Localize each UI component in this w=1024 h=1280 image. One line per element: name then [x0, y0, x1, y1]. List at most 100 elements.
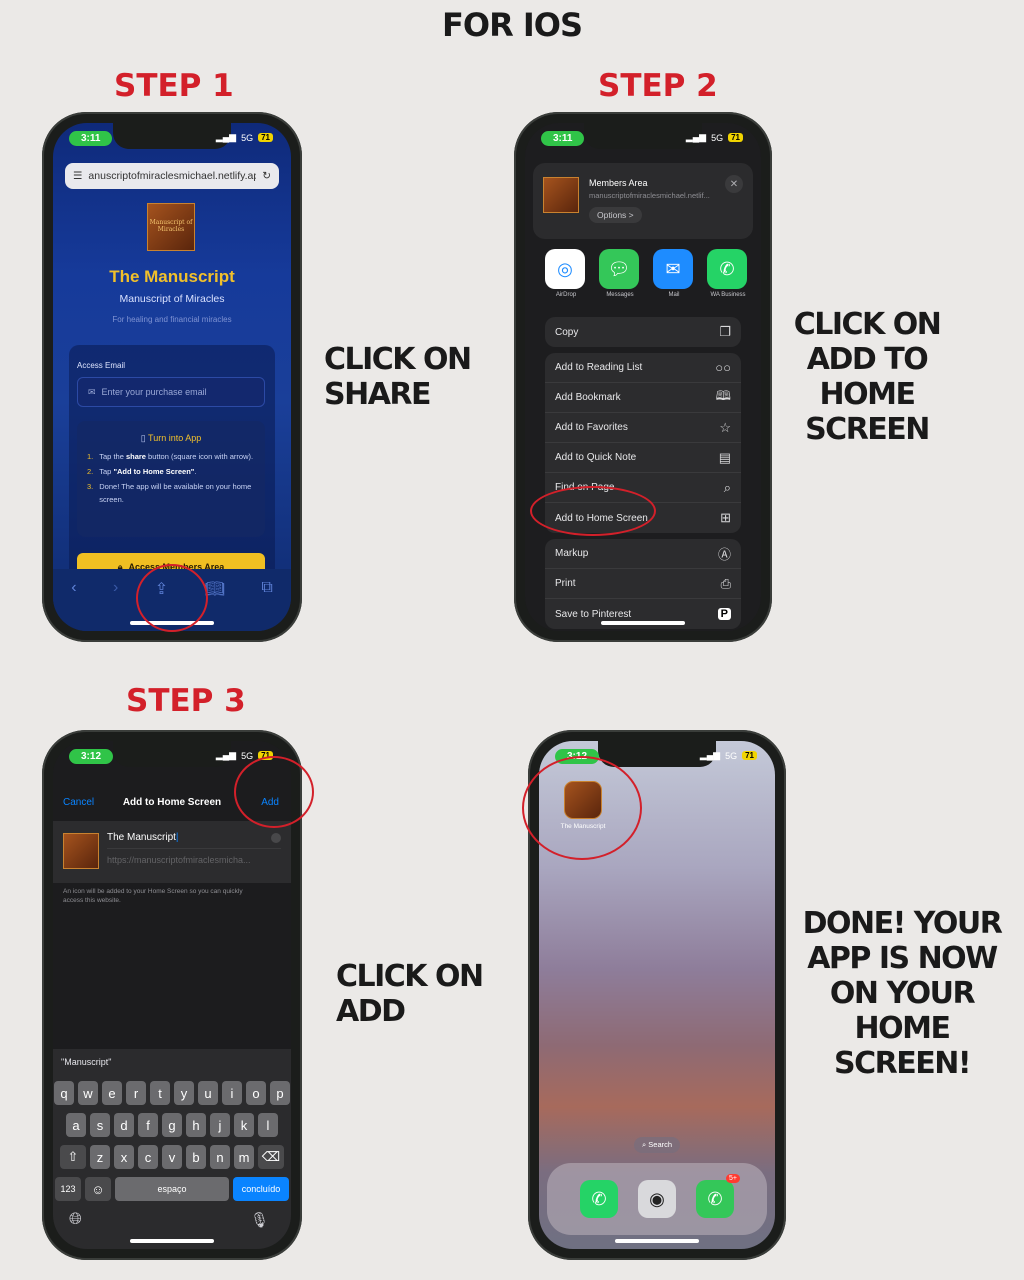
instruction-item: 2. Tap "Add to Home Screen".: [87, 465, 255, 478]
key[interactable]: p: [270, 1081, 290, 1105]
share-app-mail[interactable]: ✉ Mail: [653, 249, 695, 298]
shift-icon[interactable]: ⇧: [60, 1145, 86, 1169]
step-1-label: STEP 1: [114, 68, 234, 104]
step-3-instruction: CLICK ON ADD: [336, 959, 484, 1029]
key[interactable]: k: [234, 1113, 254, 1137]
microphone-icon[interactable]: 🎙︎: [250, 1211, 269, 1229]
share-app-messages[interactable]: 💬︎ Messages: [599, 249, 641, 298]
action-copy[interactable]: Copy ❐: [545, 317, 741, 347]
action-add-to-quick-note[interactable]: Add to Quick Note ▤: [545, 443, 741, 473]
options-button[interactable]: Options >: [589, 207, 642, 223]
key[interactable]: u: [198, 1081, 218, 1105]
key[interactable]: i: [222, 1081, 242, 1105]
action-label: Add to Quick Note: [555, 452, 637, 463]
key[interactable]: t: [150, 1081, 170, 1105]
keyboard: "Manuscript" qwertyuiop asdfghjkl ⇧ zxcv…: [53, 1049, 291, 1249]
mail-icon: ✉: [653, 249, 693, 289]
key[interactable]: b: [186, 1145, 206, 1169]
done-key[interactable]: concluído: [233, 1177, 289, 1201]
search-label: Search: [648, 1140, 673, 1149]
whatsapp-icon: ✆: [707, 249, 747, 289]
app-title: The Manuscript: [109, 267, 235, 286]
key[interactable]: l: [258, 1113, 278, 1137]
key[interactable]: e: [102, 1081, 122, 1105]
app-logo: Manuscript of Miracles: [147, 203, 195, 251]
app-label: Mail: [668, 292, 680, 298]
messages-icon: 💬︎: [599, 249, 639, 289]
key[interactable]: x: [114, 1145, 134, 1169]
key[interactable]: g: [162, 1113, 182, 1137]
turn-title-text: Turn into App: [148, 433, 202, 443]
reload-icon[interactable]: ↻: [262, 170, 271, 182]
signal-icon: ▂▄▆: [215, 132, 237, 142]
action-print[interactable]: Print ⎙: [545, 569, 741, 599]
status-bar-right: ▂▄▆ 5G 71: [686, 132, 743, 143]
tabs-icon[interactable]: ⧉: [261, 579, 272, 597]
mail-icon: ✉: [88, 386, 96, 397]
plus-square-icon: ⊞: [720, 510, 731, 525]
signal-icon: ▂▄▆: [215, 750, 237, 760]
network-label: 5G: [725, 750, 738, 761]
action-label: Print: [555, 578, 576, 589]
email-input[interactable]: ✉ Enter your purchase email: [77, 377, 265, 407]
space-key[interactable]: espaço: [115, 1177, 229, 1201]
key[interactable]: d: [114, 1113, 134, 1137]
key[interactable]: m: [234, 1145, 254, 1169]
key[interactable]: c: [138, 1145, 158, 1169]
status-time: 3:12: [69, 749, 114, 764]
key[interactable]: s: [90, 1113, 110, 1137]
camera-icon[interactable]: ◉: [638, 1180, 676, 1218]
safari-screen: 3:11 ▂▄▆ 5G 71 ☰ anuscriptofmiraclesmich…: [53, 123, 291, 631]
globe-icon[interactable]: 🌐︎: [69, 1211, 82, 1229]
app-label: AirDrop: [555, 292, 577, 298]
key[interactable]: z: [90, 1145, 110, 1169]
search-pill[interactable]: ⌕ Search: [633, 1137, 681, 1153]
phone-icon[interactable]: ✆ 5+: [696, 1174, 740, 1218]
url-bar[interactable]: ☰ anuscriptofmiraclesmichael.netlify.app…: [65, 163, 279, 189]
key[interactable]: r: [126, 1081, 146, 1105]
network-label: 5G: [241, 132, 254, 143]
backspace-icon[interactable]: ⌫: [258, 1145, 284, 1169]
app-tagline: For healing and financial miracles: [112, 315, 232, 324]
key[interactable]: n: [210, 1145, 230, 1169]
whatsapp-icon[interactable]: ✆: [580, 1180, 618, 1218]
key[interactable]: f: [138, 1113, 158, 1137]
action-markup[interactable]: Markup Ⓐ: [545, 539, 741, 569]
action-label: Copy: [555, 326, 579, 338]
page-settings-icon[interactable]: ☰: [73, 170, 82, 182]
key[interactable]: y: [174, 1081, 194, 1105]
action-label: Add to Favorites: [555, 422, 628, 433]
share-app-wa-business[interactable]: ✆ WA Business: [707, 249, 749, 298]
action-label: Add Bookmark: [555, 392, 621, 403]
key[interactable]: a: [66, 1113, 86, 1137]
key[interactable]: j: [210, 1113, 230, 1137]
action-add-bookmark[interactable]: Add Bookmark 🕮: [545, 383, 741, 413]
close-icon[interactable]: ✕: [725, 175, 743, 193]
share-app-airdrop[interactable]: ◎ AirDrop: [545, 249, 587, 298]
search-icon: ⌕: [641, 1140, 647, 1149]
key[interactable]: o: [246, 1081, 266, 1105]
step-1-instruction: CLICK ON SHARE: [324, 342, 472, 412]
item-number: 2.: [87, 467, 94, 476]
action-add-to-favorites[interactable]: Add to Favorites ☆: [545, 413, 741, 443]
back-icon[interactable]: ‹: [71, 579, 76, 597]
forward-icon[interactable]: ›: [113, 579, 118, 597]
email-label: Access Email: [77, 361, 126, 370]
shortcut-name-input[interactable]: The Manuscript |: [107, 827, 281, 849]
clear-text-icon[interactable]: [271, 832, 281, 843]
numbers-key[interactable]: 123: [55, 1177, 81, 1201]
action-add-to-reading-list[interactable]: Add to Reading List ○○: [545, 353, 741, 383]
copy-icon: ❐: [719, 324, 731, 339]
item-number: 3.: [87, 482, 94, 491]
key[interactable]: q: [54, 1081, 74, 1105]
key[interactable]: h: [186, 1113, 206, 1137]
key-row-3: ⇧ zxcvbnm ⌫: [53, 1145, 291, 1169]
install-instructions: ▯ Turn into App 1. Tap the share button …: [77, 421, 265, 537]
notch: [584, 123, 702, 149]
signal-icon: ▂▄▆: [699, 750, 721, 760]
key[interactable]: v: [162, 1145, 182, 1169]
emoji-icon[interactable]: ☺: [85, 1177, 111, 1201]
highlight-add-home-circle: [530, 486, 656, 536]
key[interactable]: w: [78, 1081, 98, 1105]
predictive-suggestion[interactable]: "Manuscript": [61, 1057, 111, 1067]
